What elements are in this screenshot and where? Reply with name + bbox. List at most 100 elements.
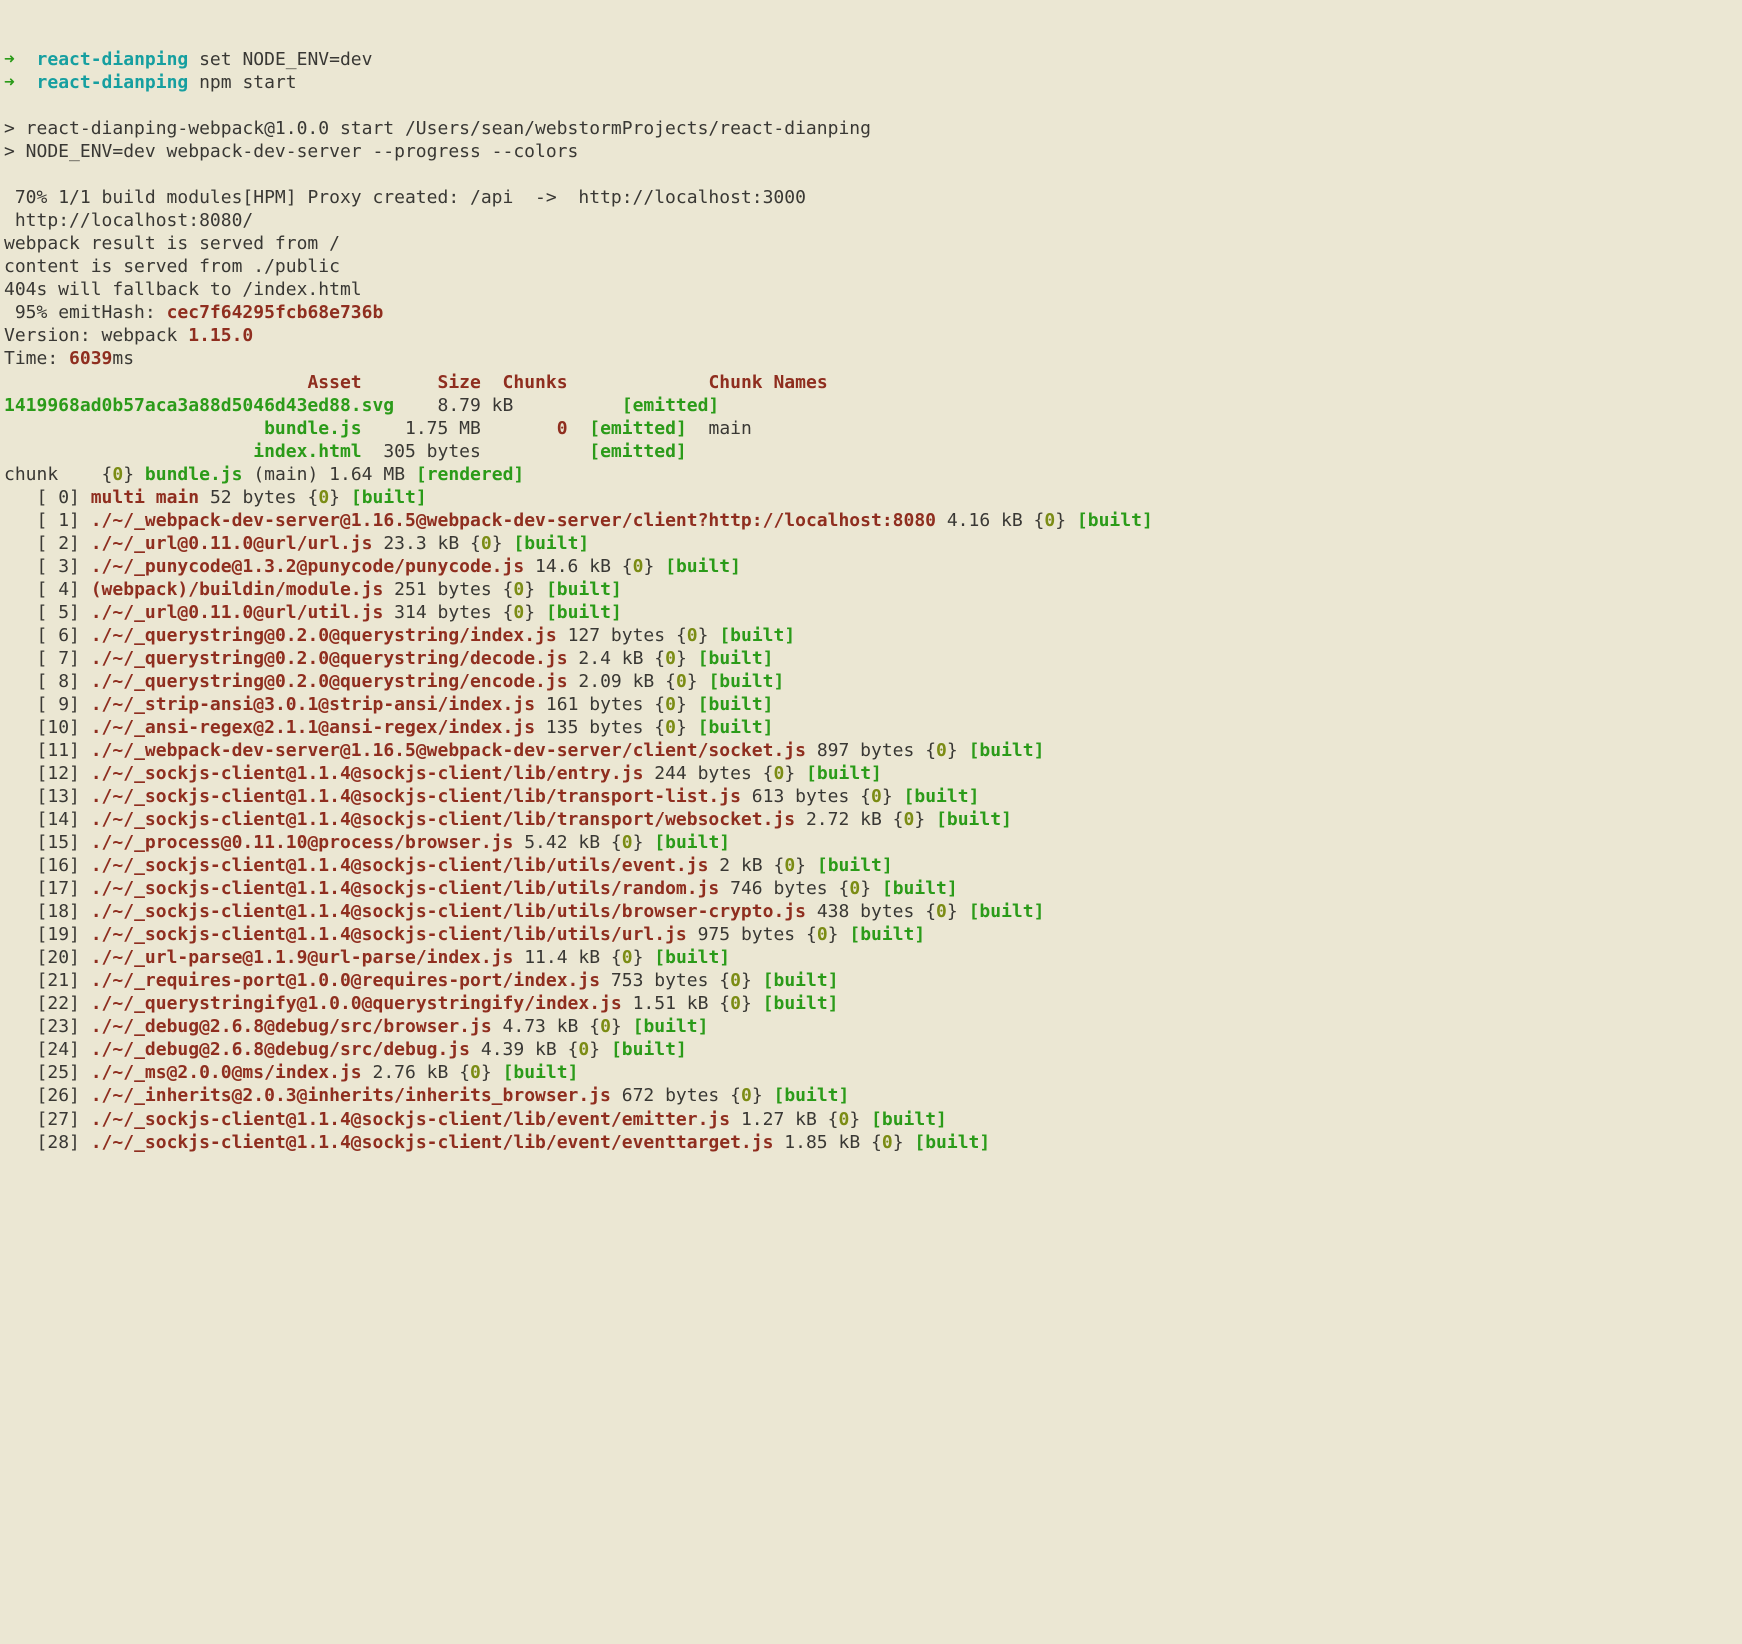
module-path: ./~/_ms@2.0.0@ms/index.js xyxy=(91,1062,362,1083)
module-status: [built] xyxy=(1077,510,1153,531)
module-path: (webpack)/buildin/module.js xyxy=(91,579,384,600)
module-status: [built] xyxy=(763,993,839,1014)
module-index: [ 1] xyxy=(37,510,80,531)
module-chunk: 0 xyxy=(936,901,947,922)
module-size: 746 bytes xyxy=(730,878,828,899)
module-size: 23.3 kB xyxy=(383,533,459,554)
module-chunk: 0 xyxy=(600,1016,611,1037)
module-size: 613 bytes xyxy=(752,786,850,807)
module-index: [ 8] xyxy=(37,671,80,692)
emit-hash-label: 95% emitHash: xyxy=(15,302,156,323)
module-index: [10] xyxy=(37,717,80,738)
module-status: [built] xyxy=(633,1016,709,1037)
col-size: Size xyxy=(437,372,480,393)
module-chunk: 0 xyxy=(849,878,860,899)
module-path: ./~/_ansi-regex@2.1.1@ansi-regex/index.j… xyxy=(91,717,535,738)
module-chunk: 0 xyxy=(730,993,741,1014)
module-index: [23] xyxy=(37,1016,80,1037)
time-label: Time: xyxy=(4,348,58,369)
module-status: [built] xyxy=(914,1132,990,1153)
module-chunk: 0 xyxy=(665,694,676,715)
module-chunk: 0 xyxy=(741,1085,752,1106)
asset-index-size: 305 bytes xyxy=(383,441,481,462)
module-status: [built] xyxy=(871,1109,947,1130)
module-list: [ 0] multi main 52 bytes {0} [built] [ 1… xyxy=(4,486,1738,1154)
chunk-id: 0 xyxy=(112,464,123,485)
module-status: [built] xyxy=(719,625,795,646)
module-size: 2.76 kB xyxy=(373,1062,449,1083)
module-status: [built] xyxy=(698,694,774,715)
time-value: 6039 xyxy=(69,348,112,369)
module-path: ./~/_querystring@0.2.0@querystring/index… xyxy=(91,625,557,646)
command-1: set NODE_ENV=dev xyxy=(199,49,372,70)
module-status: [built] xyxy=(936,809,1012,830)
module-path: ./~/_process@0.11.10@process/browser.js xyxy=(91,832,514,853)
npm-start-line: > react-dianping-webpack@1.0.0 start /Us… xyxy=(4,118,871,139)
module-chunk: 0 xyxy=(904,809,915,830)
prompt-arrow-icon: ➜ xyxy=(4,49,15,70)
module-path: ./~/_webpack-dev-server@1.16.5@webpack-d… xyxy=(91,510,936,531)
module-chunk: 0 xyxy=(687,625,698,646)
module-chunk: 0 xyxy=(622,947,633,968)
module-status: [built] xyxy=(513,533,589,554)
asset-svg-name: 1419968ad0b57aca3a88d5046d43ed88.svg xyxy=(4,395,394,416)
module-path: ./~/_url@0.11.0@url/url.js xyxy=(91,533,373,554)
col-chunks: Chunks xyxy=(503,372,568,393)
module-path: ./~/_sockjs-client@1.1.4@sockjs-client/l… xyxy=(91,878,720,899)
module-status: [built] xyxy=(806,763,882,784)
module-size: 251 bytes xyxy=(394,579,492,600)
module-path: ./~/_sockjs-client@1.1.4@sockjs-client/l… xyxy=(91,763,644,784)
module-index: [27] xyxy=(37,1109,80,1130)
module-path: ./~/_sockjs-client@1.1.4@sockjs-client/l… xyxy=(91,855,709,876)
module-status: [built] xyxy=(665,556,741,577)
local-url: http://localhost:8080/ xyxy=(15,210,253,231)
asset-bundle-name: bundle.js xyxy=(264,418,362,439)
col-asset: Asset xyxy=(307,372,361,393)
module-path: multi main xyxy=(91,487,199,508)
module-chunk: 0 xyxy=(871,786,882,807)
module-index: [ 2] xyxy=(37,533,80,554)
module-chunk: 0 xyxy=(470,1062,481,1083)
module-index: [21] xyxy=(37,970,80,991)
module-status: [built] xyxy=(882,878,958,899)
module-path: ./~/_sockjs-client@1.1.4@sockjs-client/l… xyxy=(91,924,687,945)
module-status: [built] xyxy=(698,648,774,669)
module-chunk: 0 xyxy=(513,602,524,623)
module-size: 4.16 kB xyxy=(947,510,1023,531)
module-size: 244 bytes xyxy=(654,763,752,784)
proxy-line: 70% 1/1 build modules[HPM] Proxy created… xyxy=(15,187,806,208)
module-path: ./~/_webpack-dev-server@1.16.5@webpack-d… xyxy=(91,740,806,761)
asset-bundle-emitted: [emitted] xyxy=(589,418,687,439)
col-chunknames: Chunk Names xyxy=(708,372,827,393)
asset-svg-emitted: [emitted] xyxy=(622,395,720,416)
module-status: [built] xyxy=(774,1085,850,1106)
module-chunk: 0 xyxy=(936,740,947,761)
command-2: npm start xyxy=(199,72,297,93)
module-index: [18] xyxy=(37,901,80,922)
module-status: [built] xyxy=(611,1039,687,1060)
module-index: [ 7] xyxy=(37,648,80,669)
content-from-line: content is served from ./public xyxy=(4,256,340,277)
module-size: 14.6 kB xyxy=(535,556,611,577)
chunk-main: (main) 1.64 MB xyxy=(253,464,405,485)
module-index: [20] xyxy=(37,947,80,968)
chunk-name: bundle.js xyxy=(145,464,243,485)
asset-bundle-chunk: 0 xyxy=(557,418,568,439)
module-size: 438 bytes xyxy=(817,901,915,922)
module-path: ./~/_querystring@0.2.0@querystring/decod… xyxy=(91,648,568,669)
module-size: 135 bytes xyxy=(546,717,644,738)
module-status: [built] xyxy=(351,487,427,508)
module-status: [built] xyxy=(654,947,730,968)
module-chunk: 0 xyxy=(839,1109,850,1130)
module-path: ./~/_debug@2.6.8@debug/src/debug.js xyxy=(91,1039,470,1060)
module-chunk: 0 xyxy=(1044,510,1055,531)
module-index: [ 9] xyxy=(37,694,80,715)
npm-env-line: > NODE_ENV=dev webpack-dev-server --prog… xyxy=(4,141,578,162)
module-path: ./~/_debug@2.6.8@debug/src/browser.js xyxy=(91,1016,492,1037)
module-size: 753 bytes xyxy=(611,970,709,991)
module-status: [built] xyxy=(904,786,980,807)
module-chunk: 0 xyxy=(784,855,795,876)
module-path: ./~/_sockjs-client@1.1.4@sockjs-client/l… xyxy=(91,1109,730,1130)
module-index: [ 6] xyxy=(37,625,80,646)
module-path: ./~/_sockjs-client@1.1.4@sockjs-client/l… xyxy=(91,809,795,830)
